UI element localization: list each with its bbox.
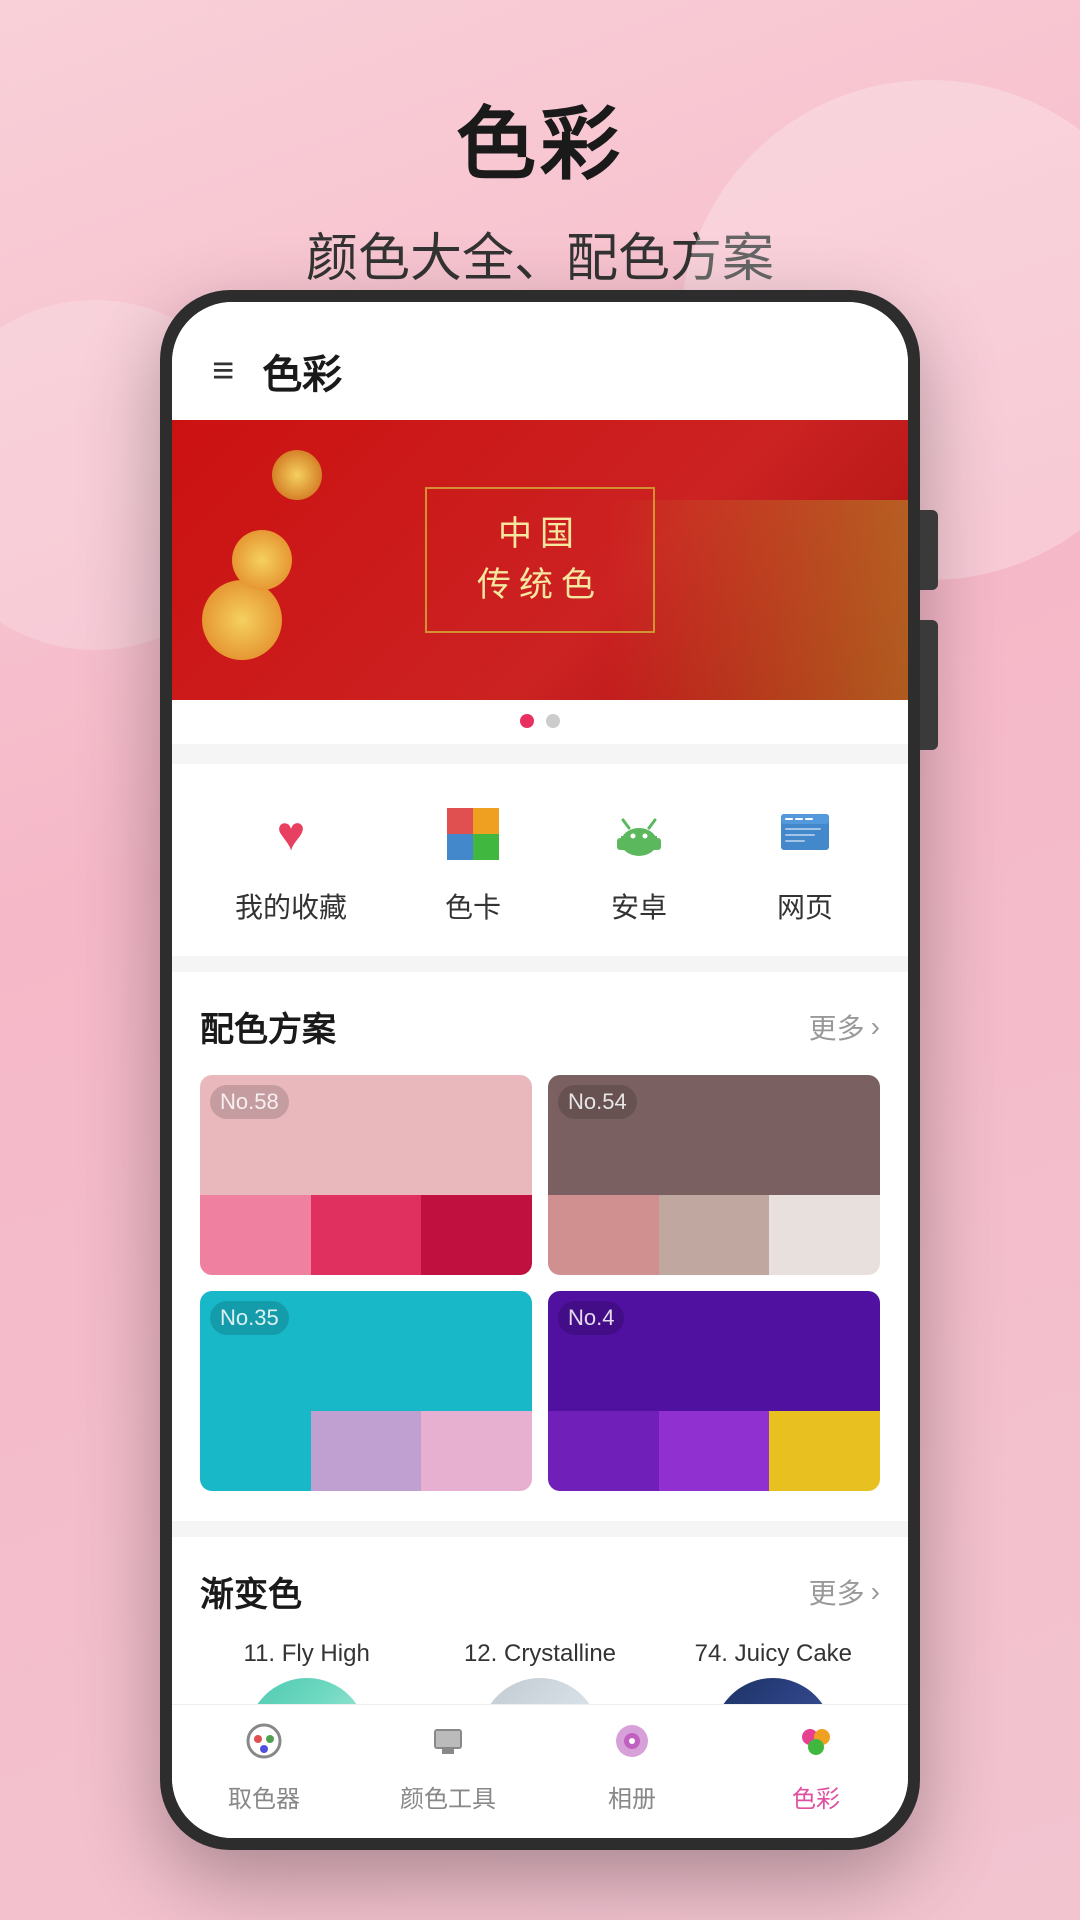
gradient-section: 渐变色 更多 › 11. Fly High 12. Crystalline (172, 1537, 908, 1704)
palette-card-4[interactable]: No.4 (548, 1291, 880, 1491)
palette-section-header: 配色方案 更多 › (200, 1002, 880, 1051)
palette-card-35[interactable]: No.35 (200, 1291, 532, 1491)
phone-screen: ≡ 色彩 中国 传统色 (172, 302, 908, 1838)
palette-swatches-54 (548, 1195, 880, 1275)
banner-dots (172, 700, 908, 734)
cat-web[interactable]: 网页 (765, 794, 845, 926)
color-tools-icon (428, 1721, 468, 1771)
top-bar: ≡ 色彩 (172, 302, 908, 420)
swatch-54-1 (548, 1195, 659, 1275)
banner-line2: 传统色 (477, 560, 603, 611)
dot-2[interactable] (546, 714, 560, 728)
appbar-title: 色彩 (262, 342, 342, 400)
palette-top-58: No.58 (200, 1075, 532, 1195)
banner-area: 中国 传统色 (172, 420, 908, 744)
android-icon (599, 794, 679, 874)
phone-frame: ≡ 色彩 中国 传统色 (160, 290, 920, 1850)
palette-icon (433, 794, 513, 874)
banner-line1: 中国 (477, 509, 603, 560)
gradient-circle-crystalline (480, 1678, 600, 1704)
firework-3 (272, 450, 322, 500)
swatch-35-2 (311, 1411, 422, 1491)
firework-2 (232, 530, 292, 590)
palette-no-54: No.54 (558, 1085, 637, 1119)
gradient-list: 11. Fly High 12. Crystalline 74. Juicy C… (200, 1640, 880, 1704)
palette-swatches-58 (200, 1195, 532, 1275)
heart-icon: ♥ (251, 794, 331, 874)
swatch-4-1 (548, 1411, 659, 1491)
swatch-35-3 (421, 1411, 532, 1491)
app-screen: ≡ 色彩 中国 传统色 (172, 302, 908, 1838)
power-button (920, 620, 938, 750)
gradient-label-juicy-cake: 74. Juicy Cake (695, 1640, 852, 1668)
color-picker-icon (244, 1721, 284, 1771)
cat-color-card-label: 色卡 (445, 886, 501, 926)
palette-section: 配色方案 更多 › No.58 (172, 972, 908, 1521)
swatch-4-2 (659, 1411, 770, 1491)
volume-button (920, 510, 938, 590)
chevron-right-icon-2: › (871, 1576, 880, 1608)
palette-top-35: No.35 (200, 1291, 532, 1411)
swatch-58-2 (311, 1195, 422, 1275)
scroll-content[interactable]: 中国 传统色 ♥ 我的收藏 (172, 420, 908, 1704)
palette-more-btn[interactable]: 更多 › (809, 1007, 880, 1047)
palette-swatches-4 (548, 1411, 880, 1491)
firework-1 (202, 580, 282, 660)
palette-top-54: No.54 (548, 1075, 880, 1195)
banner-text-box: 中国 传统色 (425, 487, 655, 633)
palette-grid: No.58 No.54 (200, 1075, 880, 1491)
swatch-58-3 (421, 1195, 532, 1275)
gradient-section-header: 渐变色 更多 › (200, 1567, 880, 1616)
nav-color-tools[interactable]: 颜色工具 (356, 1721, 540, 1814)
menu-icon[interactable]: ≡ (212, 350, 234, 393)
album-icon (612, 1721, 652, 1771)
nav-colors[interactable]: 色彩 (724, 1721, 908, 1814)
nav-color-picker-label: 取色器 (228, 1779, 300, 1814)
web-icon (765, 794, 845, 874)
palette-no-4: No.4 (558, 1301, 624, 1335)
gradient-circle-fly-high (247, 1678, 367, 1704)
palette-no-58: No.58 (210, 1085, 289, 1119)
palette-top-4: No.4 (548, 1291, 880, 1411)
swatch-35-1 (200, 1411, 311, 1491)
dot-1[interactable] (520, 714, 534, 728)
palette-card-58[interactable]: No.58 (200, 1075, 532, 1275)
cat-web-label: 网页 (777, 886, 833, 926)
nav-album[interactable]: 相册 (540, 1721, 724, 1814)
chevron-right-icon: › (871, 1011, 880, 1043)
bottom-nav: 取色器 颜色工具 (172, 1704, 908, 1838)
palette-no-35: No.35 (210, 1301, 289, 1335)
cat-favorites-label: 我的收藏 (235, 886, 347, 926)
swatch-58-1 (200, 1195, 311, 1275)
palette-section-title: 配色方案 (200, 1002, 336, 1051)
gradient-circle-juicy-cake (713, 1678, 833, 1704)
palette-swatches-35 (200, 1411, 532, 1491)
gradient-item-juicy-cake[interactable]: 74. Juicy Cake (667, 1640, 880, 1704)
palette-card-54[interactable]: No.54 (548, 1075, 880, 1275)
gradient-section-title: 渐变色 (200, 1567, 302, 1616)
gradient-more-btn[interactable]: 更多 › (809, 1572, 880, 1612)
category-row: ♥ 我的收藏 色卡 (172, 764, 908, 956)
cat-color-card[interactable]: 色卡 (433, 794, 513, 926)
swatch-4-3 (769, 1411, 880, 1491)
cat-android-label: 安卓 (611, 886, 667, 926)
gradient-item-crystalline[interactable]: 12. Crystalline (433, 1640, 646, 1704)
swatch-54-2 (659, 1195, 770, 1275)
banner-image[interactable]: 中国 传统色 (172, 420, 908, 700)
gradient-label-crystalline: 12. Crystalline (464, 1640, 616, 1668)
cat-android[interactable]: 安卓 (599, 794, 679, 926)
colors-icon (796, 1721, 836, 1771)
gradient-item-fly-high[interactable]: 11. Fly High (200, 1640, 413, 1704)
swatch-54-3 (769, 1195, 880, 1275)
nav-color-tools-label: 颜色工具 (400, 1779, 496, 1814)
nav-color-picker[interactable]: 取色器 (172, 1721, 356, 1814)
cat-favorites[interactable]: ♥ 我的收藏 (235, 794, 347, 926)
nav-colors-label: 色彩 (792, 1779, 840, 1814)
gradient-label-fly-high: 11. Fly High (244, 1640, 370, 1668)
nav-album-label: 相册 (608, 1779, 656, 1814)
